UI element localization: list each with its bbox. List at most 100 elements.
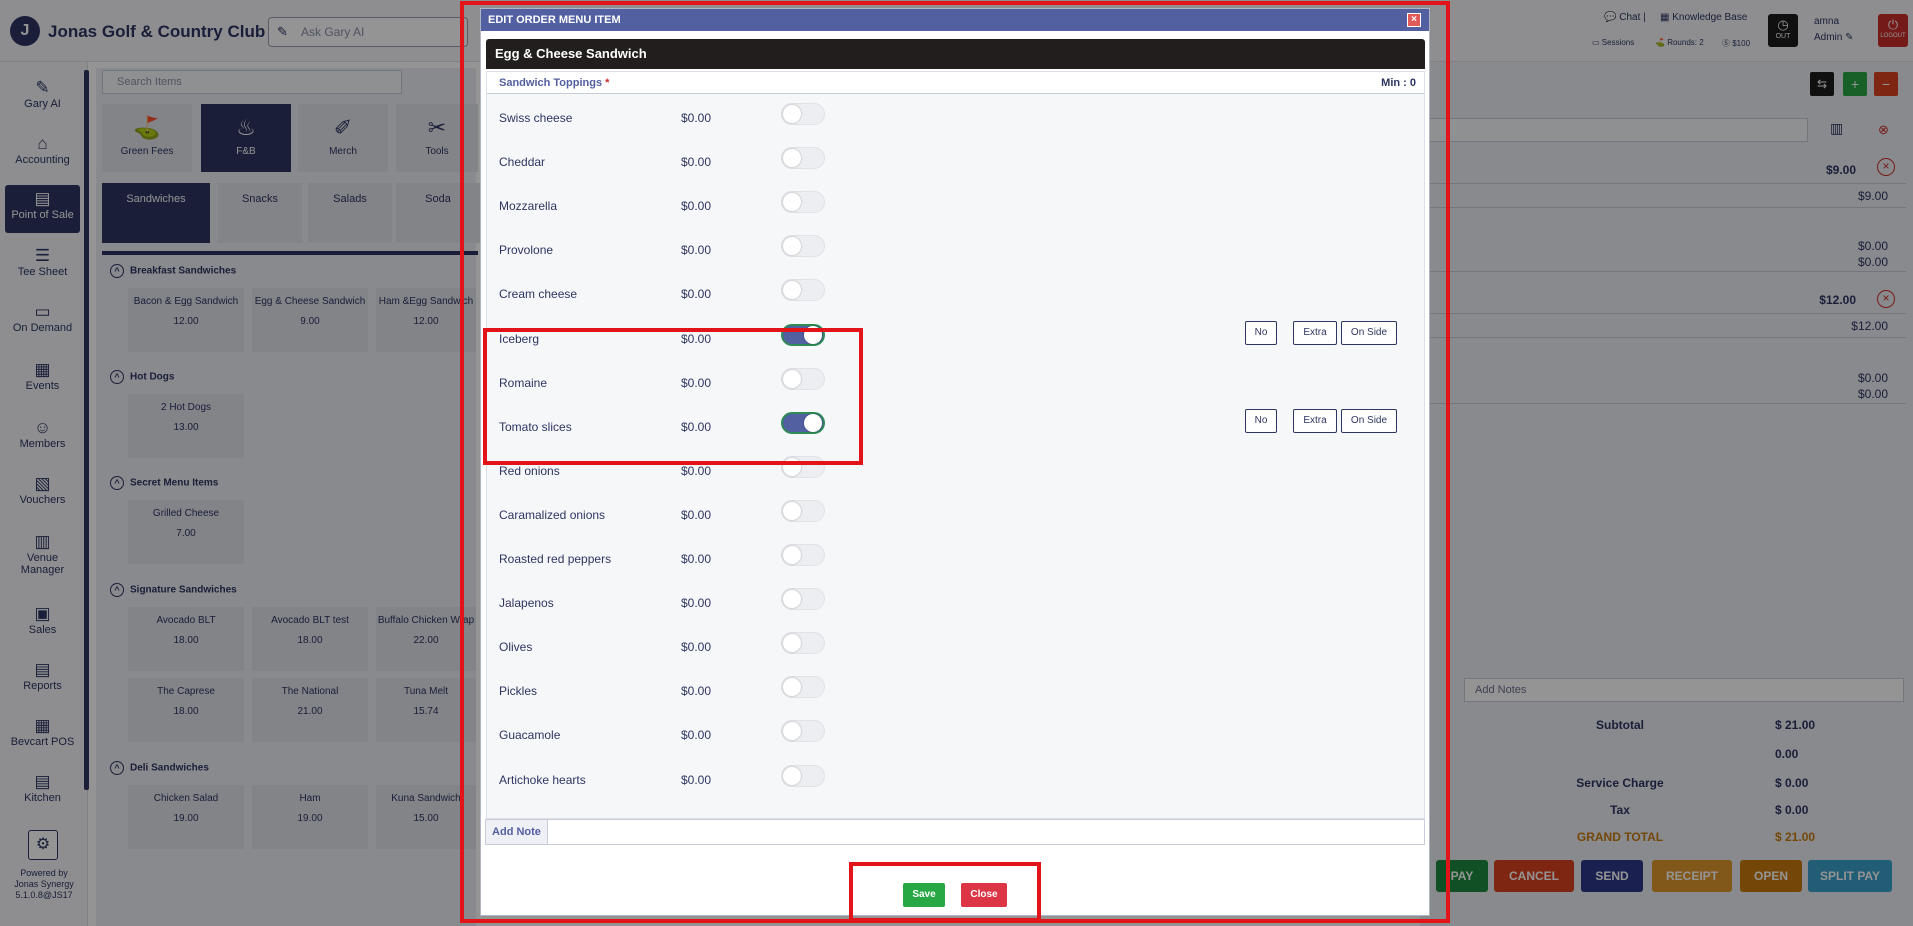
topping-name: Cheddar [499, 155, 546, 170]
topping-name: Artichoke hearts [499, 772, 586, 787]
topping-toggle[interactable] [781, 764, 825, 787]
toggle-knob [783, 590, 801, 609]
toggle-knob [783, 722, 801, 741]
topping-price: $0.00 [681, 552, 712, 566]
topping-name: Pickles [499, 684, 538, 699]
topping-row: Pickles $0.00 [499, 670, 1419, 714]
topping-price: $0.00 [681, 596, 712, 611]
min-selection-label: Min : 0 [1381, 77, 1416, 89]
required-mark: * [605, 77, 610, 89]
topping-price: $0.00 [681, 199, 712, 214]
toggle-knob [783, 457, 801, 476]
topping-price: $0.00 [681, 111, 712, 125]
topping-price: $0.00 [681, 419, 712, 434]
topping-option-extra-button[interactable]: Extra [1293, 408, 1337, 433]
topping-toggle[interactable] [781, 235, 825, 258]
topping-price: $0.00 [681, 772, 712, 787]
toggle-knob [783, 766, 801, 785]
topping-name: Guacamole [499, 728, 561, 743]
topping-option-extra-button[interactable]: Extra [1293, 320, 1337, 345]
topping-name: Red onions [499, 463, 560, 478]
toggle-knob [783, 105, 801, 123]
topping-name: Roasted red peppers [499, 552, 612, 566]
topping-price: $0.00 [681, 243, 712, 258]
save-button[interactable]: Save [903, 883, 945, 907]
topping-toggle[interactable] [781, 720, 825, 743]
toggle-knob [783, 237, 801, 256]
topping-toggle[interactable] [781, 147, 825, 170]
topping-option-no-button[interactable]: No [1245, 408, 1277, 433]
topping-name: Caramalized onions [499, 507, 606, 522]
topping-price: $0.00 [681, 331, 712, 346]
toggle-knob [783, 369, 801, 388]
topping-toggle[interactable] [781, 191, 825, 214]
topping-name: Romaine [499, 375, 548, 390]
topping-row: Iceberg $0.00 No Extra On Side [499, 318, 1419, 362]
dialog-item-name: Egg & Cheese Sandwich [486, 39, 1425, 69]
toggle-knob [783, 678, 801, 697]
topping-toggle[interactable] [781, 323, 825, 346]
topping-toggle[interactable] [781, 499, 825, 522]
topping-price: $0.00 [681, 375, 712, 390]
topping-row: Roasted red peppers $0.00 [499, 538, 1419, 582]
topping-price: $0.00 [681, 463, 712, 478]
topping-row: Olives $0.00 [499, 626, 1419, 670]
toggle-knob [783, 501, 801, 520]
pos-app: J Jonas Golf & Country Club ✎ Ask Gary A… [0, 0, 1913, 926]
topping-name: Cream cheese [499, 287, 578, 302]
dialog-title: EDIT ORDER MENU ITEM × [481, 9, 1429, 31]
topping-toggle[interactable] [781, 588, 825, 611]
dialog-title-label: EDIT ORDER MENU ITEM [488, 14, 621, 26]
topping-name: Provolone [499, 243, 554, 258]
topping-toggle[interactable] [781, 632, 825, 655]
topping-row: Romaine $0.00 [499, 362, 1419, 406]
topping-row: Guacamole $0.00 [499, 714, 1419, 758]
toggle-knob [783, 149, 801, 168]
add-note-label: Add Note [486, 820, 548, 844]
topping-option-on-side-button[interactable]: On Side [1341, 408, 1397, 433]
topping-name: Iceberg [499, 331, 540, 346]
topping-row: Provolone $0.00 [499, 229, 1419, 273]
topping-option-no-button[interactable]: No [1245, 320, 1277, 345]
close-button[interactable]: Close [961, 883, 1007, 907]
topping-name: Jalapenos [499, 596, 554, 611]
toggle-knob [804, 413, 822, 432]
topping-name: Mozzarella [499, 199, 558, 214]
topping-price: $0.00 [681, 728, 712, 743]
topping-option-on-side-button[interactable]: On Side [1341, 320, 1397, 345]
topping-row: Caramalized onions $0.00 [499, 494, 1419, 538]
dialog-close-icon[interactable]: × [1407, 13, 1421, 27]
toggle-knob [783, 281, 801, 300]
topping-toggle[interactable] [781, 279, 825, 302]
topping-row: Mozzarella $0.00 [499, 185, 1419, 229]
topping-row: Swiss cheese $0.00 [499, 97, 1419, 141]
toggle-knob [804, 325, 822, 344]
add-note-input[interactable] [548, 820, 1424, 844]
topping-toggle[interactable] [781, 544, 825, 566]
edit-order-menu-item-dialog: EDIT ORDER MENU ITEM × Egg & Cheese Sand… [480, 8, 1430, 916]
topping-toggle[interactable] [781, 455, 825, 478]
topping-toggle[interactable] [781, 411, 825, 434]
topping-row: Artichoke hearts $0.00 [499, 759, 1419, 803]
topping-toggle[interactable] [781, 676, 825, 699]
topping-name: Swiss cheese [499, 111, 573, 125]
toggle-knob [783, 634, 801, 653]
topping-price: $0.00 [681, 684, 712, 699]
modifier-group-label: Sandwich Toppings [499, 77, 603, 89]
topping-price: $0.00 [681, 287, 712, 302]
topping-row: Cream cheese $0.00 [499, 273, 1419, 317]
topping-price: $0.00 [681, 155, 712, 170]
toggle-knob [783, 546, 801, 564]
topping-name: Olives [499, 640, 533, 655]
toggle-knob [783, 193, 801, 212]
topping-row: Cheddar $0.00 [499, 141, 1419, 185]
topping-row: Jalapenos $0.00 [499, 582, 1419, 626]
topping-toggle[interactable] [781, 367, 825, 390]
topping-row: Red onions $0.00 [499, 450, 1419, 494]
modifier-group-header: Sandwich Toppings * Min : 0 [487, 72, 1424, 94]
topping-row: Tomato slices $0.00 No Extra On Side [499, 406, 1419, 450]
add-note-row: Add Note [485, 819, 1425, 845]
topping-toggle[interactable] [781, 103, 825, 125]
topping-price: $0.00 [681, 640, 712, 655]
topping-price: $0.00 [681, 507, 712, 522]
